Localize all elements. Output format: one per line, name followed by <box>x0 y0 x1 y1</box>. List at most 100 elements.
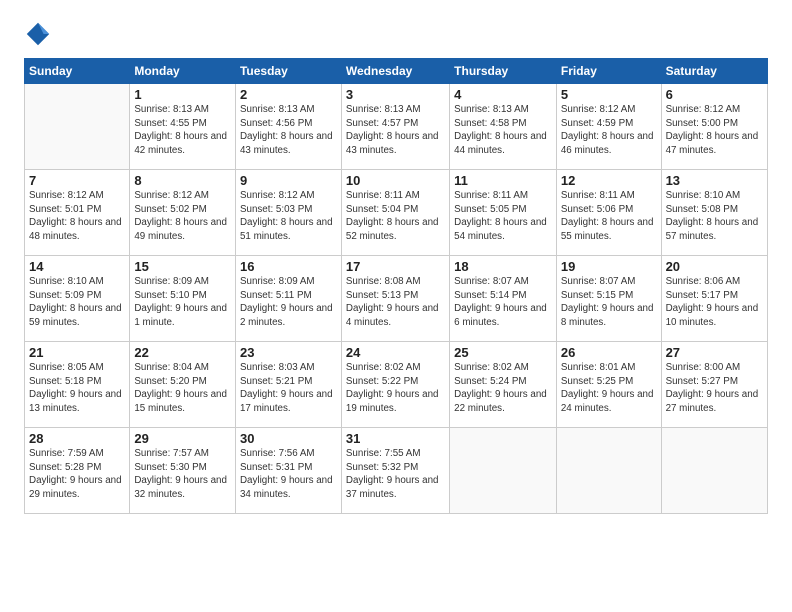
table-row: 25Sunrise: 8:02 AM Sunset: 5:24 PM Dayli… <box>450 342 557 428</box>
day-info: Sunrise: 8:01 AM Sunset: 5:25 PM Dayligh… <box>561 361 657 416</box>
day-number: 25 <box>454 345 552 360</box>
table-row: 14Sunrise: 8:10 AM Sunset: 5:09 PM Dayli… <box>25 256 130 342</box>
day-number: 24 <box>346 345 445 360</box>
day-number: 6 <box>666 87 763 102</box>
weekday-row: Sunday Monday Tuesday Wednesday Thursday… <box>25 59 768 84</box>
day-info: Sunrise: 8:10 AM Sunset: 5:08 PM Dayligh… <box>666 189 763 244</box>
table-row <box>450 428 557 514</box>
table-row: 8Sunrise: 8:12 AM Sunset: 5:02 PM Daylig… <box>130 170 236 256</box>
day-number: 3 <box>346 87 445 102</box>
logo-icon <box>24 20 52 48</box>
logo <box>24 20 56 48</box>
day-number: 2 <box>240 87 337 102</box>
table-row: 27Sunrise: 8:00 AM Sunset: 5:27 PM Dayli… <box>661 342 767 428</box>
day-info: Sunrise: 8:07 AM Sunset: 5:15 PM Dayligh… <box>561 275 657 330</box>
header-saturday: Saturday <box>661 59 767 84</box>
day-info: Sunrise: 8:02 AM Sunset: 5:24 PM Dayligh… <box>454 361 552 416</box>
day-number: 9 <box>240 173 337 188</box>
header-monday: Monday <box>130 59 236 84</box>
day-info: Sunrise: 8:12 AM Sunset: 5:00 PM Dayligh… <box>666 103 763 158</box>
table-row: 1Sunrise: 8:13 AM Sunset: 4:55 PM Daylig… <box>130 84 236 170</box>
table-row: 20Sunrise: 8:06 AM Sunset: 5:17 PM Dayli… <box>661 256 767 342</box>
day-number: 29 <box>134 431 231 446</box>
day-info: Sunrise: 8:11 AM Sunset: 5:05 PM Dayligh… <box>454 189 552 244</box>
table-row: 7Sunrise: 8:12 AM Sunset: 5:01 PM Daylig… <box>25 170 130 256</box>
day-number: 16 <box>240 259 337 274</box>
day-number: 31 <box>346 431 445 446</box>
day-number: 22 <box>134 345 231 360</box>
calendar: Sunday Monday Tuesday Wednesday Thursday… <box>24 58 768 514</box>
table-row: 30Sunrise: 7:56 AM Sunset: 5:31 PM Dayli… <box>235 428 341 514</box>
day-number: 11 <box>454 173 552 188</box>
table-row <box>25 84 130 170</box>
day-number: 26 <box>561 345 657 360</box>
table-row: 16Sunrise: 8:09 AM Sunset: 5:11 PM Dayli… <box>235 256 341 342</box>
day-number: 19 <box>561 259 657 274</box>
day-info: Sunrise: 8:00 AM Sunset: 5:27 PM Dayligh… <box>666 361 763 416</box>
calendar-header: Sunday Monday Tuesday Wednesday Thursday… <box>25 59 768 84</box>
day-info: Sunrise: 8:05 AM Sunset: 5:18 PM Dayligh… <box>29 361 125 416</box>
day-number: 5 <box>561 87 657 102</box>
header-thursday: Thursday <box>450 59 557 84</box>
day-number: 14 <box>29 259 125 274</box>
table-row: 22Sunrise: 8:04 AM Sunset: 5:20 PM Dayli… <box>130 342 236 428</box>
calendar-body: 1Sunrise: 8:13 AM Sunset: 4:55 PM Daylig… <box>25 84 768 514</box>
day-info: Sunrise: 8:08 AM Sunset: 5:13 PM Dayligh… <box>346 275 445 330</box>
day-number: 20 <box>666 259 763 274</box>
header-wednesday: Wednesday <box>341 59 449 84</box>
day-number: 1 <box>134 87 231 102</box>
day-info: Sunrise: 8:12 AM Sunset: 5:02 PM Dayligh… <box>134 189 231 244</box>
table-row: 10Sunrise: 8:11 AM Sunset: 5:04 PM Dayli… <box>341 170 449 256</box>
day-number: 10 <box>346 173 445 188</box>
day-info: Sunrise: 8:11 AM Sunset: 5:04 PM Dayligh… <box>346 189 445 244</box>
table-row: 17Sunrise: 8:08 AM Sunset: 5:13 PM Dayli… <box>341 256 449 342</box>
day-info: Sunrise: 7:56 AM Sunset: 5:31 PM Dayligh… <box>240 447 337 502</box>
table-row: 18Sunrise: 8:07 AM Sunset: 5:14 PM Dayli… <box>450 256 557 342</box>
table-row: 19Sunrise: 8:07 AM Sunset: 5:15 PM Dayli… <box>556 256 661 342</box>
day-info: Sunrise: 8:12 AM Sunset: 4:59 PM Dayligh… <box>561 103 657 158</box>
calendar-week-4: 28Sunrise: 7:59 AM Sunset: 5:28 PM Dayli… <box>25 428 768 514</box>
day-number: 7 <box>29 173 125 188</box>
day-info: Sunrise: 8:10 AM Sunset: 5:09 PM Dayligh… <box>29 275 125 330</box>
day-info: Sunrise: 8:13 AM Sunset: 4:58 PM Dayligh… <box>454 103 552 158</box>
day-info: Sunrise: 8:12 AM Sunset: 5:01 PM Dayligh… <box>29 189 125 244</box>
day-info: Sunrise: 8:09 AM Sunset: 5:10 PM Dayligh… <box>134 275 231 330</box>
day-info: Sunrise: 8:11 AM Sunset: 5:06 PM Dayligh… <box>561 189 657 244</box>
day-number: 13 <box>666 173 763 188</box>
calendar-week-3: 21Sunrise: 8:05 AM Sunset: 5:18 PM Dayli… <box>25 342 768 428</box>
day-number: 12 <box>561 173 657 188</box>
calendar-week-2: 14Sunrise: 8:10 AM Sunset: 5:09 PM Dayli… <box>25 256 768 342</box>
table-row: 2Sunrise: 8:13 AM Sunset: 4:56 PM Daylig… <box>235 84 341 170</box>
day-number: 18 <box>454 259 552 274</box>
day-info: Sunrise: 8:07 AM Sunset: 5:14 PM Dayligh… <box>454 275 552 330</box>
table-row: 15Sunrise: 8:09 AM Sunset: 5:10 PM Dayli… <box>130 256 236 342</box>
day-number: 17 <box>346 259 445 274</box>
header <box>24 20 768 48</box>
table-row: 26Sunrise: 8:01 AM Sunset: 5:25 PM Dayli… <box>556 342 661 428</box>
table-row: 5Sunrise: 8:12 AM Sunset: 4:59 PM Daylig… <box>556 84 661 170</box>
day-info: Sunrise: 7:55 AM Sunset: 5:32 PM Dayligh… <box>346 447 445 502</box>
table-row: 13Sunrise: 8:10 AM Sunset: 5:08 PM Dayli… <box>661 170 767 256</box>
calendar-week-1: 7Sunrise: 8:12 AM Sunset: 5:01 PM Daylig… <box>25 170 768 256</box>
day-info: Sunrise: 7:59 AM Sunset: 5:28 PM Dayligh… <box>29 447 125 502</box>
table-row: 24Sunrise: 8:02 AM Sunset: 5:22 PM Dayli… <box>341 342 449 428</box>
day-info: Sunrise: 8:09 AM Sunset: 5:11 PM Dayligh… <box>240 275 337 330</box>
header-friday: Friday <box>556 59 661 84</box>
table-row: 6Sunrise: 8:12 AM Sunset: 5:00 PM Daylig… <box>661 84 767 170</box>
table-row: 29Sunrise: 7:57 AM Sunset: 5:30 PM Dayli… <box>130 428 236 514</box>
day-info: Sunrise: 8:13 AM Sunset: 4:55 PM Dayligh… <box>134 103 231 158</box>
day-info: Sunrise: 8:13 AM Sunset: 4:56 PM Dayligh… <box>240 103 337 158</box>
day-number: 23 <box>240 345 337 360</box>
day-number: 27 <box>666 345 763 360</box>
header-tuesday: Tuesday <box>235 59 341 84</box>
day-number: 28 <box>29 431 125 446</box>
day-info: Sunrise: 8:02 AM Sunset: 5:22 PM Dayligh… <box>346 361 445 416</box>
day-info: Sunrise: 8:03 AM Sunset: 5:21 PM Dayligh… <box>240 361 337 416</box>
table-row: 3Sunrise: 8:13 AM Sunset: 4:57 PM Daylig… <box>341 84 449 170</box>
day-info: Sunrise: 7:57 AM Sunset: 5:30 PM Dayligh… <box>134 447 231 502</box>
table-row: 23Sunrise: 8:03 AM Sunset: 5:21 PM Dayli… <box>235 342 341 428</box>
day-number: 4 <box>454 87 552 102</box>
day-info: Sunrise: 8:06 AM Sunset: 5:17 PM Dayligh… <box>666 275 763 330</box>
table-row: 31Sunrise: 7:55 AM Sunset: 5:32 PM Dayli… <box>341 428 449 514</box>
day-number: 8 <box>134 173 231 188</box>
